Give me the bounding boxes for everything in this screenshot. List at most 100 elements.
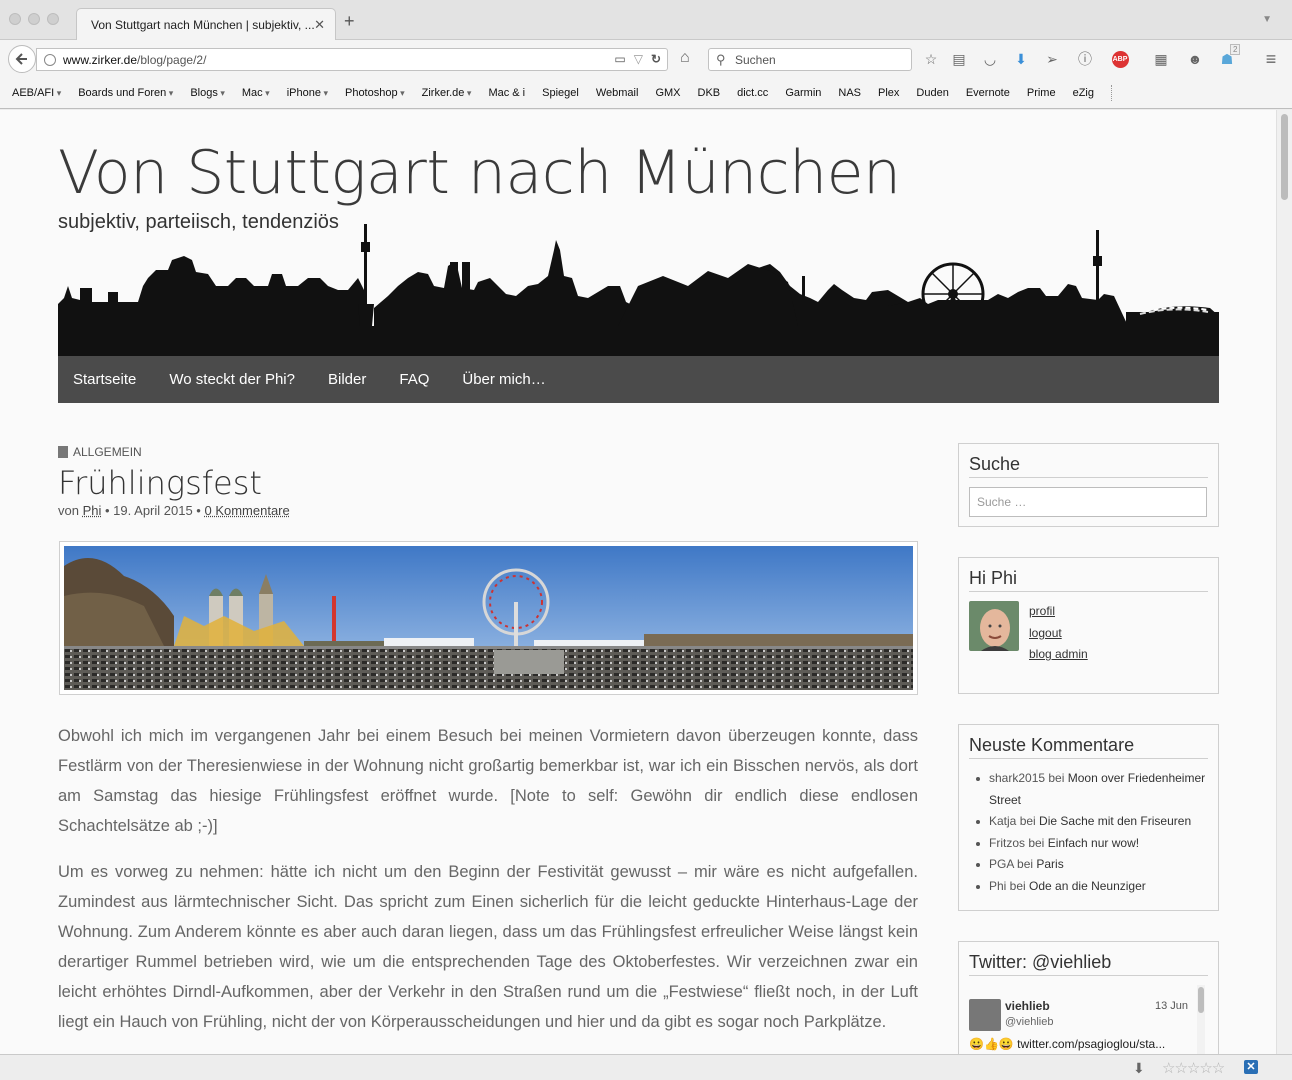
bookmark-10[interactable]: GMX bbox=[655, 87, 680, 99]
tab-list-chevron-icon[interactable]: ▼ bbox=[1262, 14, 1272, 25]
comment-author[interactable]: Fritzos bbox=[989, 836, 1025, 850]
back-button[interactable] bbox=[8, 45, 36, 73]
chat-icon[interactable]: ☻ bbox=[1186, 50, 1204, 68]
site-title[interactable]: Von Stuttgart nach München bbox=[58, 138, 901, 208]
tweet-author-name[interactable]: viehlieb bbox=[1005, 999, 1050, 1013]
bookmark-7[interactable]: Mac & i bbox=[488, 87, 525, 99]
tab-strip: Von Stuttgart nach München | subjektiv, … bbox=[0, 0, 1292, 41]
zoom-window-button[interactable] bbox=[47, 13, 59, 25]
send-icon[interactable]: ➢ bbox=[1043, 50, 1061, 68]
post-panorama-image[interactable] bbox=[59, 541, 918, 695]
tweet-author-handle[interactable]: @viehlieb bbox=[1005, 1016, 1053, 1028]
adblock-icon[interactable]: ABP bbox=[1108, 50, 1132, 68]
home-icon[interactable]: ⌂ bbox=[680, 49, 690, 67]
comment-item: Fritzos bei Einfach nur wow! bbox=[969, 833, 1208, 855]
search-icon: ⚲ bbox=[716, 52, 726, 67]
page-scrollbar[interactable] bbox=[1276, 110, 1292, 1054]
comment-post-link[interactable]: Paris bbox=[1036, 857, 1063, 871]
download-icon[interactable]: ⬇ bbox=[1012, 50, 1030, 68]
account-icon[interactable]: ☗ 2 bbox=[1218, 44, 1241, 68]
comment-author[interactable]: shark2015 bbox=[989, 771, 1045, 785]
xmarks-icon[interactable]: ✕ bbox=[1244, 1060, 1258, 1074]
tweet: viehlieb @viehlieb 13 Jun 😀👍😀 twitter.co… bbox=[969, 985, 1208, 1054]
browser-tab[interactable]: Von Stuttgart nach München | subjektiv, … bbox=[76, 8, 336, 41]
bookmark-star-icon[interactable]: ☆ bbox=[922, 50, 940, 68]
avatar[interactable] bbox=[969, 601, 1019, 651]
comment-separator: bei bbox=[1025, 835, 1048, 850]
bookmark-18[interactable]: Prime bbox=[1027, 87, 1056, 99]
post-category[interactable]: ALLGEMEIN bbox=[58, 445, 142, 459]
nav-item-3[interactable]: FAQ bbox=[399, 371, 429, 388]
main-navigation: Startseite Wo steckt der Phi? Bilder FAQ Übe… bbox=[58, 356, 1219, 403]
comment-separator: bei bbox=[1013, 857, 1037, 871]
comment-author[interactable]: Phi bbox=[989, 879, 1006, 893]
nav-item-4[interactable]: Über mich… bbox=[462, 371, 545, 388]
post-title[interactable]: Frühlingsfest bbox=[58, 464, 262, 502]
bookmark-15[interactable]: Plex bbox=[878, 87, 899, 99]
bookmark-19[interactable]: eZig bbox=[1073, 87, 1094, 99]
minimize-window-button[interactable] bbox=[28, 13, 40, 25]
bookmark-1[interactable]: Boards und Foren bbox=[78, 87, 173, 99]
comment-author[interactable]: PGA bbox=[989, 857, 1014, 871]
twitter-widget-title[interactable]: Twitter: @viehlieb bbox=[969, 952, 1208, 976]
tweet-avatar[interactable] bbox=[969, 999, 1001, 1031]
tab-close-icon[interactable]: ✕ bbox=[314, 17, 325, 33]
nav-item-0[interactable]: Startseite bbox=[73, 371, 136, 388]
scrollbar-thumb[interactable] bbox=[1281, 114, 1288, 200]
comment-post-link[interactable]: Einfach nur wow! bbox=[1048, 836, 1139, 850]
hamburger-menu-icon[interactable]: ≡ bbox=[1262, 49, 1280, 69]
comment-author[interactable]: Katja bbox=[989, 814, 1016, 828]
comment-item: shark2015 bei Moon over Friedenheimer St… bbox=[969, 768, 1208, 811]
close-window-button[interactable] bbox=[9, 13, 21, 25]
post-comments-link[interactable]: 0 Kommentare bbox=[204, 503, 289, 518]
back-arrow-icon bbox=[15, 53, 27, 65]
tweet-text[interactable]: 😀👍😀 twitter.com/psagioglou/sta... bbox=[969, 1037, 1165, 1051]
reload-icon[interactable]: ↻ bbox=[651, 52, 661, 66]
extension-badge: 2 bbox=[1230, 44, 1241, 55]
bookmark-14[interactable]: NAS bbox=[838, 87, 861, 99]
bookmark-12[interactable]: dict.cc bbox=[737, 87, 768, 99]
munich-skyline-banner bbox=[58, 224, 1219, 356]
rating-stars-icon[interactable]: ☆☆☆☆☆ bbox=[1162, 1059, 1225, 1077]
bookmarks-library-icon[interactable]: ▤ bbox=[950, 50, 968, 68]
bookmarks-toolbar: AEB/AFI Boards und Foren Blogs Mac iPhone Pho… bbox=[0, 78, 1292, 109]
user-widget-title: Hi Phi bbox=[969, 568, 1208, 592]
comment-item: Phi bei Ode an die Neunziger bbox=[969, 876, 1208, 898]
search-bar[interactable]: ⚲ Suchen bbox=[708, 48, 912, 71]
comment-post-link[interactable]: Die Sache mit den Friseuren bbox=[1039, 814, 1191, 828]
comment-separator: bei bbox=[1016, 814, 1040, 828]
nav-item-2[interactable]: Bilder bbox=[328, 371, 366, 388]
panorama-photo bbox=[64, 546, 913, 690]
tweet-date[interactable]: 13 Jun bbox=[1155, 1000, 1188, 1012]
globe-icon bbox=[44, 54, 56, 66]
sidebar-search-input[interactable] bbox=[969, 487, 1207, 517]
bookmark-17[interactable]: Evernote bbox=[966, 87, 1010, 99]
bookmark-8[interactable]: Spiegel bbox=[542, 87, 579, 99]
comment-post-link[interactable]: Ode an die Neunziger bbox=[1029, 879, 1146, 893]
reader-view-icon[interactable]: ▭ bbox=[614, 52, 625, 66]
status-bar: ⬇ ☆☆☆☆☆ ✕ bbox=[0, 1054, 1292, 1080]
new-tab-button[interactable]: + bbox=[344, 12, 355, 30]
tweet-scrollbar[interactable] bbox=[1197, 985, 1205, 1054]
bookmark-2[interactable]: Blogs bbox=[190, 87, 225, 99]
url-bar[interactable]: www.zirker.de/blog/page/2/ ▭ ▽ ↻ bbox=[36, 48, 668, 71]
url-dropdown-icon[interactable]: ▽ bbox=[634, 52, 643, 66]
bookmark-13[interactable]: Garmin bbox=[785, 87, 821, 99]
navigation-toolbar: www.zirker.de/blog/page/2/ ▭ ▽ ↻ ⌂ ⚲ Suc… bbox=[0, 40, 1292, 78]
bookmark-4[interactable]: iPhone bbox=[287, 87, 328, 99]
pocket-icon[interactable]: ◡ bbox=[981, 50, 999, 68]
extension-icon[interactable]: ▦ bbox=[1152, 50, 1170, 68]
bookmark-3[interactable]: Mac bbox=[242, 87, 270, 99]
download-arrow-icon[interactable]: ⬇ bbox=[1133, 1060, 1145, 1077]
post-author-link[interactable]: Phi bbox=[83, 503, 102, 518]
url-domain: www.zirker.de bbox=[63, 53, 138, 67]
bookmark-6[interactable]: Zirker.de bbox=[422, 87, 472, 99]
nav-item-1[interactable]: Wo steckt der Phi? bbox=[169, 371, 295, 388]
bookmark-0[interactable]: AEB/AFI bbox=[12, 87, 61, 99]
bookmark-11[interactable]: DKB bbox=[698, 87, 721, 99]
url-path: /blog/page/2/ bbox=[137, 53, 207, 67]
bookmark-16[interactable]: Duden bbox=[916, 87, 948, 99]
bookmark-5[interactable]: Photoshop bbox=[345, 87, 405, 99]
info-icon[interactable]: ⓘ bbox=[1076, 50, 1094, 68]
bookmark-9[interactable]: Webmail bbox=[596, 87, 639, 99]
